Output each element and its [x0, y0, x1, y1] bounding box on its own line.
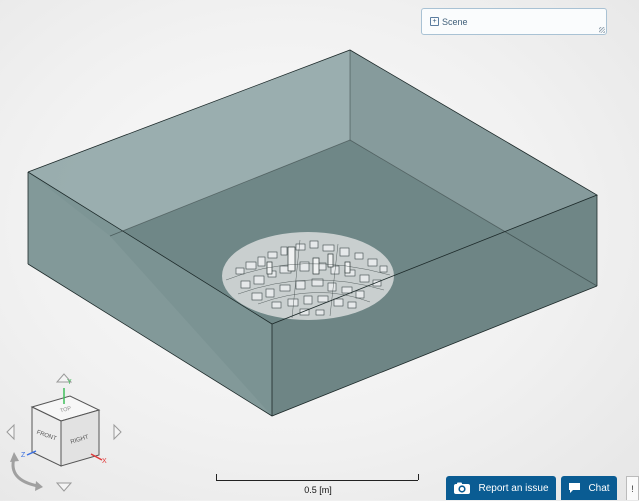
chat-bubble-icon [568, 482, 581, 494]
city-model[interactable] [222, 232, 394, 320]
nav-arrow-right[interactable] [113, 423, 122, 441]
scene-tree-panel[interactable]: + Scene [421, 8, 607, 35]
expand-icon[interactable]: + [430, 17, 439, 26]
report-issue-label: Report an issue [478, 482, 549, 494]
y-axis-label: Y [67, 379, 72, 386]
scene-panel-label: Scene [442, 16, 468, 27]
report-issue-button[interactable]: Report an issue [446, 476, 556, 500]
rotate-arrow-head [35, 481, 43, 491]
camera-eye-icon [453, 482, 471, 495]
chat-label: Chat [588, 482, 610, 494]
feedback-tab[interactable]: ! [626, 476, 639, 500]
rotate-icon[interactable] [11, 457, 39, 488]
scale-bar-line [216, 480, 418, 481]
rotate-arrow-tail [10, 452, 19, 462]
z-axis-label: Z [21, 452, 26, 459]
x-axis-label: X [102, 458, 107, 465]
view-cube[interactable]: TOP FRONT RIGHT Y X Z [6, 373, 122, 492]
scale-bar: 0.5 [m] [216, 466, 420, 496]
nav-arrow-left[interactable] [6, 423, 15, 441]
resize-grip-icon[interactable] [599, 27, 605, 33]
3d-viewport[interactable]: TOP FRONT RIGHT Y X Z [0, 0, 639, 500]
scale-bar-tick-right [418, 474, 419, 480]
nav-arrow-down[interactable] [55, 482, 73, 492]
scale-bar-label: 0.5 [m] [304, 485, 332, 495]
chat-button[interactable]: Chat [561, 476, 617, 500]
